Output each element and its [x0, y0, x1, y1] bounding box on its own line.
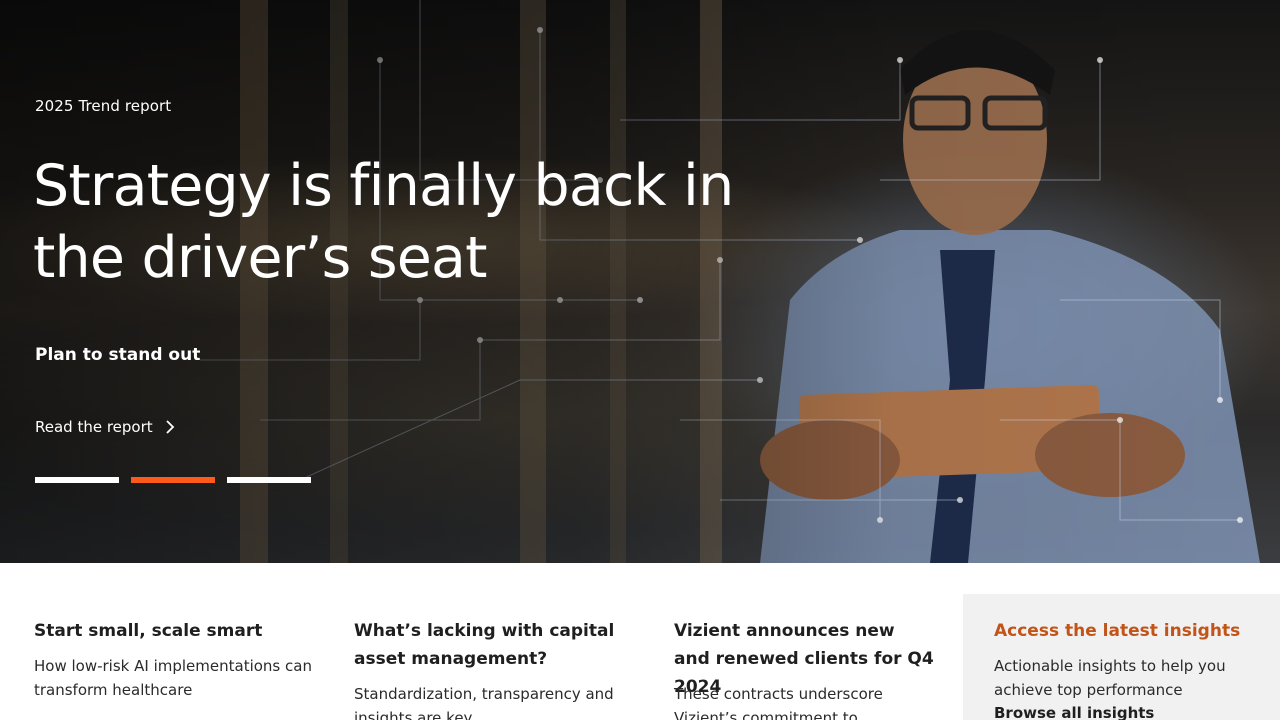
read-report-link[interactable]: Read the report [35, 418, 177, 436]
card-ai-implementations[interactable]: Start small, scale smart How low-risk AI… [34, 563, 314, 720]
card-capital-asset[interactable]: What’s lacking with capital asset manage… [354, 563, 634, 720]
carousel-slide-3[interactable] [227, 477, 311, 483]
card-description: How low-risk AI implementations can tran… [34, 657, 312, 699]
carousel-indicators [35, 477, 311, 483]
hero-eyebrow: 2025 Trend report [35, 97, 172, 115]
card-description: Standardization, transparency and insigh… [354, 685, 614, 720]
card-title[interactable]: What’s lacking with capital asset manage… [354, 617, 634, 673]
card-title[interactable]: Start small, scale smart [34, 617, 314, 645]
insight-cards: Start small, scale smart How low-risk AI… [0, 563, 1280, 720]
hero-title: Strategy is finally back in the driver’s… [33, 153, 734, 291]
card-title[interactable]: Access the latest insights [994, 617, 1264, 645]
card-description: Actionable insights to help you achieve … [994, 657, 1226, 699]
carousel-slide-2[interactable] [131, 477, 215, 483]
card-new-clients[interactable]: Vizient announces new and renewed client… [674, 563, 934, 720]
hero-subtitle: Plan to stand out [35, 345, 201, 365]
hero-banner: 2025 Trend report Strategy is finally ba… [0, 0, 1280, 563]
read-report-label: Read the report [35, 418, 153, 436]
card-latest-insights[interactable]: Access the latest insights Actionable in… [963, 594, 1280, 720]
card-description: These contracts underscore Vizient’s com… [674, 685, 883, 720]
chevron-right-icon [163, 418, 177, 436]
browse-insights-link[interactable]: Browse all insights [994, 704, 1154, 720]
carousel-slide-1[interactable] [35, 477, 119, 483]
